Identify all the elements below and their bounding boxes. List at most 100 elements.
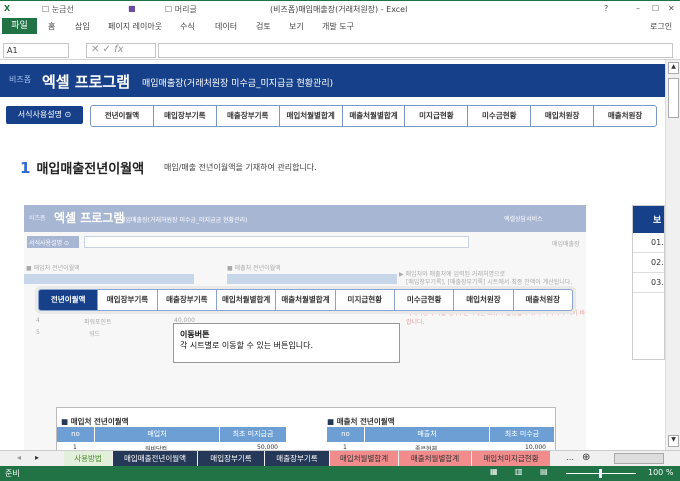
shot-row-no: 4	[36, 317, 40, 324]
banner-subtitle: 매입매출장(거래처원장 미수금_미지급금 현황관리)	[142, 79, 334, 89]
nav-customer-ledger[interactable]: 매출처원장	[594, 106, 656, 126]
nav-supplier-ledger[interactable]: 매입처원장	[454, 290, 514, 310]
nav-payables[interactable]: 미지급현황	[336, 290, 395, 310]
add-sheet-icon[interactable]: ⊕	[582, 452, 590, 463]
close-button[interactable]: ✕	[668, 4, 675, 13]
tab-home[interactable]: 홈	[48, 21, 55, 32]
shot-note2: [매입장부기록], [매출장부기록] 시트에서 최종 잔액이 계산됩니다.	[406, 279, 573, 286]
nav-payables[interactable]: 미지급현황	[405, 106, 469, 126]
tooltip-body: 각 시트별로 이동할 수 있는 버튼입니다.	[180, 341, 314, 350]
left-title-text: 매입처 전년이월액	[70, 417, 129, 426]
tab-formulas[interactable]: 수식	[180, 21, 195, 32]
scroll-up-icon[interactable]: ▲	[668, 62, 679, 74]
nav-prev-balance[interactable]: 전년이월액	[39, 290, 99, 310]
page-layout-view-icon[interactable]: ▥	[515, 467, 523, 476]
nav-prev-balance[interactable]: 전년이월액	[91, 106, 154, 126]
nav-purchase-ledger[interactable]: 매입장부기록	[154, 106, 217, 126]
scroll-down-icon[interactable]: ▼	[668, 435, 679, 447]
zoomed-nav: 전년이월액 매입장부기록 매출장부기록 매입처월별합계 매출처월별합계 미지급현…	[38, 289, 573, 311]
formula-input[interactable]	[158, 43, 673, 58]
col-customer: 매출처	[365, 427, 490, 442]
headings-checkbox[interactable]: ☐ 머리글	[165, 4, 197, 15]
page-break-view-icon[interactable]: ▤	[540, 467, 548, 476]
tooltip-title: 이동버튼	[180, 330, 210, 339]
section-heading: 1 매입매출전년이월액	[20, 158, 144, 177]
nav-sales-ledger[interactable]: 매출장부기록	[217, 106, 280, 126]
nav-purchase-monthly[interactable]: 매입처월별합계	[280, 106, 343, 126]
sheet-tab[interactable]: 사용방법	[64, 451, 112, 466]
shot-service: 엑셀상담서비스	[504, 216, 543, 223]
nav-customer-ledger[interactable]: 매출처원장	[514, 290, 572, 310]
nav-receivables[interactable]: 미수금현황	[395, 290, 455, 310]
fx-icon[interactable]: ✕ ✓ fx	[86, 43, 156, 58]
sheet-tab[interactable]: 매입처미지급현황	[472, 451, 550, 466]
maximize-button[interactable]: ☐	[652, 4, 659, 13]
nav-sales-monthly[interactable]: 매출처월별합계	[276, 290, 336, 310]
nav-purchase-monthly[interactable]: 매입처월별합계	[217, 290, 277, 310]
shot-search: 매입매출장	[552, 241, 580, 248]
brand-logo: 비즈폼	[9, 75, 32, 84]
sheet-tab[interactable]: 매입처월별합계	[330, 451, 398, 466]
right-title-text: 매출처 전년이월액	[336, 417, 395, 426]
nav-receivables[interactable]: 미수금현황	[468, 106, 532, 126]
login-link[interactable]: 로그인	[650, 21, 672, 32]
tab-view[interactable]: 보기	[289, 21, 304, 32]
nav-supplier-ledger[interactable]: 매입처원장	[531, 106, 595, 126]
callout-tooltip: 이동버튼 각 시트별로 이동할 수 있는 버튼입니다.	[173, 323, 400, 363]
panel-item: 03.	[633, 273, 664, 293]
shot-nav	[84, 236, 469, 248]
scroll-thumb[interactable]	[668, 78, 679, 118]
shot-subtitle: 매입매출장(거래처원장 미수금_미지급금 현황관리)	[120, 217, 248, 224]
col-initial-payable: 최초 미지급금	[220, 427, 287, 442]
sheet-tab[interactable]: 매출장부기록	[265, 451, 329, 466]
tab-developer[interactable]: 개발 도구	[322, 21, 354, 32]
status-ready: 준비	[5, 469, 20, 478]
ribbon-tabs: 파일 홈 삽입 페이지 레이아웃 수식 데이터 검토 보기 개발 도구 로그인	[0, 18, 680, 36]
title-bar: X ☐ 눈금선 ■ ☐ 머리글 (비즈폼)매입매출장(거래처원장) - Exce…	[0, 0, 680, 18]
window-title: (비즈폼)매입매출장(거래처원장) - Excel	[270, 5, 408, 14]
right-table-header: no 매출처 최초 미수금	[327, 427, 555, 442]
status-bar: 준비 ▦ ▥ ▤ 100 %	[0, 466, 680, 481]
panel-title: 보	[633, 206, 664, 233]
nav-sales-ledger[interactable]: 매출장부기록	[158, 290, 217, 310]
help-button[interactable]: ?	[604, 4, 608, 13]
section-title: 매입매출전년이월액	[36, 162, 145, 177]
save-icon[interactable]: ■	[128, 4, 136, 13]
tab-review[interactable]: 검토	[256, 21, 271, 32]
col-supplier: 매입처	[95, 427, 220, 442]
sheet-tab[interactable]: 매출처월별합계	[399, 451, 471, 466]
tab-page-layout[interactable]: 페이지 레이아웃	[108, 21, 162, 32]
minimize-button[interactable]: –	[636, 4, 640, 13]
left-table-title: ■ 매입처 전년이월액	[61, 417, 129, 426]
sheet-tab[interactable]: 매입장부기록	[198, 451, 264, 466]
tab-scroll-right-icon[interactable]: ▸	[35, 453, 39, 462]
tab-file[interactable]: 파일	[2, 18, 37, 34]
tab-insert[interactable]: 삽입	[75, 21, 90, 32]
panel-item: 02.	[633, 253, 664, 273]
zoom-slider-thumb[interactable]	[599, 469, 602, 478]
shot-left-title: ■ 매입처 전년이월액	[26, 265, 80, 272]
shot-row-no: 5	[36, 329, 40, 336]
tab-scroll-left-icon[interactable]: ◂	[17, 453, 21, 462]
col-initial-receivable: 최초 미수금	[490, 427, 555, 442]
zoom-level: 100 %	[648, 468, 674, 477]
shot-title: 엑셀 프로그램	[54, 211, 125, 225]
headings-label: 머리글	[174, 5, 197, 14]
sheet-tab[interactable]: 매입매출전년이월액	[113, 451, 197, 466]
shot-right-header	[227, 274, 397, 284]
more-tabs-icon[interactable]: …	[566, 453, 574, 462]
nav-purchase-ledger[interactable]: 매입장부기록	[98, 290, 158, 310]
nav-sales-monthly[interactable]: 매출처월별합계	[343, 106, 406, 126]
horizontal-scrollbar[interactable]	[614, 453, 664, 464]
tab-data[interactable]: 데이터	[215, 21, 237, 32]
name-box[interactable]: A1	[3, 43, 69, 58]
usage-guide-button[interactable]: 서식사용설명 ⊙	[6, 106, 83, 124]
col-no: no	[57, 427, 95, 442]
gridlines-checkbox[interactable]: ☐ 눈금선	[42, 4, 74, 15]
normal-view-icon[interactable]: ▦	[490, 467, 498, 476]
col-no: no	[327, 427, 365, 442]
shot-row-name: 파워포인트	[84, 319, 112, 326]
fx-label: fx	[114, 44, 124, 55]
vertical-scrollbar[interactable]: ▲ ▼	[665, 60, 680, 450]
section-number: 1	[20, 159, 31, 177]
